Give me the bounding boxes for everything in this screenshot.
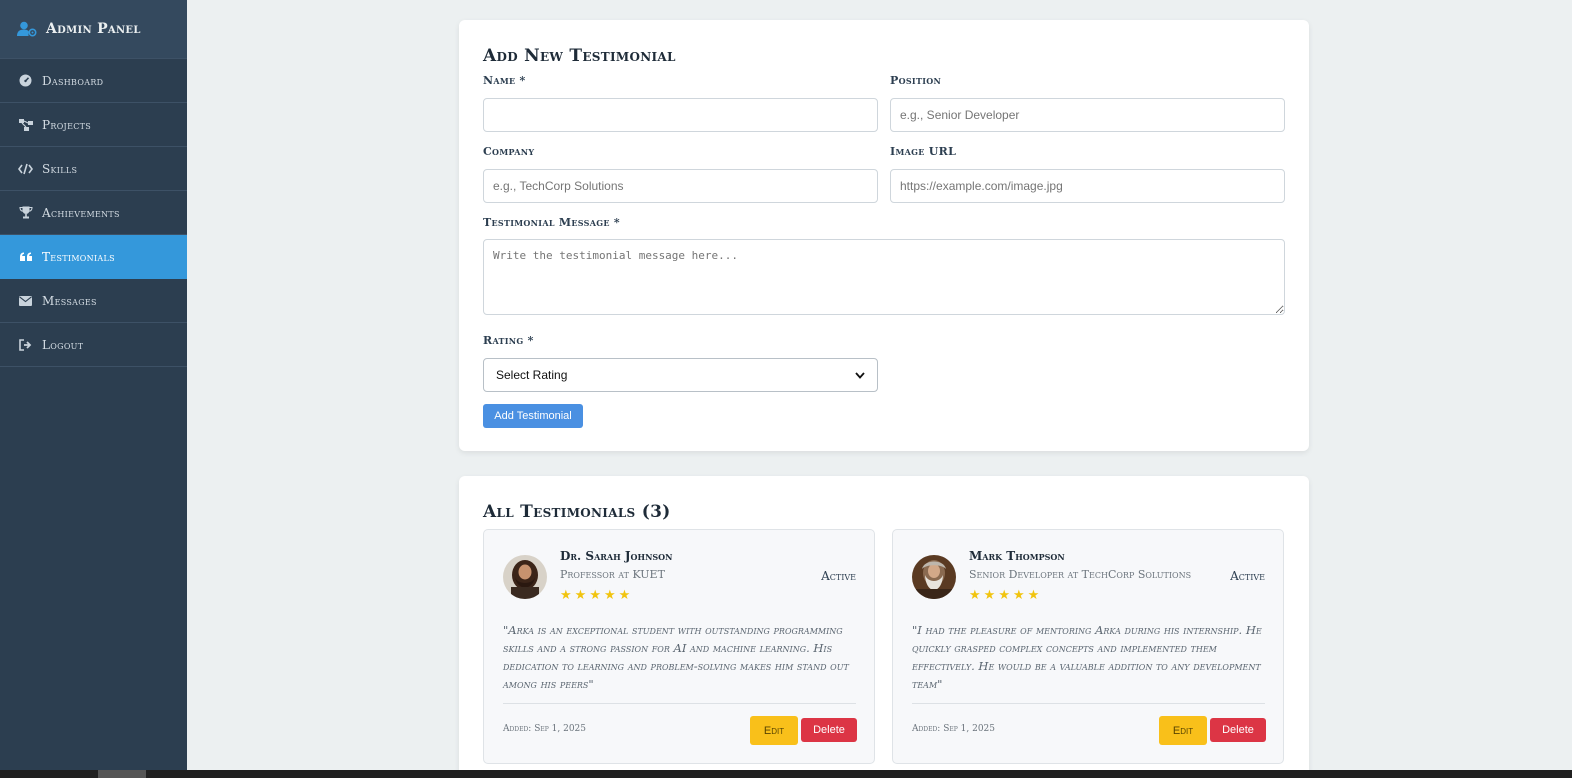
rating-stars: ★ ★ ★ ★ ★ [560,589,630,602]
sign-out-icon [18,338,33,352]
company-input[interactable] [483,169,878,203]
star-icon: ★ [589,588,601,603]
rating-label: Rating * [483,334,534,347]
testimonial-message: "I had the pleasure of mentoring Arka du… [912,623,1262,691]
star-icon: ★ [969,588,981,603]
envelope-icon [18,294,33,308]
rating-stars: ★ ★ ★ ★ ★ [969,589,1039,602]
testimonial-position: Professor at KUET [560,568,665,581]
testimonial-date: Added: Sep 1, 2025 [503,724,586,734]
sidebar-item-label: Projects [42,117,92,132]
sidebar-item-label: Logout [42,337,84,352]
sidebar-item-label: Achievements [42,205,120,220]
sidebar-item-dashboard[interactable]: Dashboard [0,59,187,103]
testimonial-name: Dr. Sarah Johnson [560,549,673,563]
edit-button[interactable]: Edit [1159,716,1207,745]
add-testimonial-button[interactable]: Add Testimonial [483,404,583,428]
quote-icon [18,250,33,264]
sidebar-item-messages[interactable]: Messages [0,279,187,323]
edit-button[interactable]: Edit [750,716,798,745]
sidebar-item-testimonials[interactable]: Testimonials [0,235,187,279]
delete-button[interactable]: Delete [1210,718,1266,742]
name-input[interactable] [483,98,878,132]
rating-select[interactable]: Select Rating [483,358,878,392]
message-textarea[interactable] [483,239,1285,315]
brand-title: Admin Panel [46,21,141,37]
testimonial-card: Mark Thompson Senior Developer at TechCo… [892,529,1284,764]
rating-select-value: Select Rating [496,368,568,382]
code-icon [18,162,33,176]
sidebar-brand: Admin Panel [0,0,187,59]
avatar [912,555,956,599]
avatar [503,555,547,599]
sidebar-item-label: Testimonials [42,249,115,264]
divider [503,703,856,704]
sidebar-item-projects[interactable]: Projects [0,103,187,147]
list-title: All Testimonials (3) [483,502,671,522]
sidebar-item-label: Skills [42,161,78,176]
status-badge: Active [1230,569,1265,583]
sidebar-item-logout[interactable]: Logout [0,323,187,367]
position-input[interactable] [890,98,1285,132]
testimonials-list-card: All Testimonials (3) Dr. Sarah Johnson P… [459,476,1309,776]
image-url-input[interactable] [890,169,1285,203]
user-gear-icon [17,21,37,37]
status-badge: Active [821,569,856,583]
star-icon: ★ [1027,588,1040,603]
sidebar-item-skills[interactable]: Skills [0,147,187,191]
sidebar-item-achievements[interactable]: Achievements [0,191,187,235]
gauge-icon [18,74,33,88]
taskbar-item[interactable] [98,770,146,778]
star-icon: ★ [983,588,996,603]
divider [912,703,1265,704]
message-label: Testimonial Message * [483,216,620,229]
testimonial-card: Dr. Sarah Johnson Professor at KUET Acti… [483,529,875,764]
star-icon: ★ [1012,588,1025,603]
star-icon: ★ [603,588,616,603]
delete-button[interactable]: Delete [801,718,857,742]
project-diagram-icon [18,118,33,132]
image-url-label: Image URL [890,145,957,158]
sidebar-item-label: Messages [42,293,97,308]
star-icon: ★ [574,588,587,603]
testimonial-name: Mark Thompson [969,549,1065,563]
star-icon: ★ [998,588,1010,603]
testimonial-position: Senior Developer at TechCorp Solutions [969,568,1192,581]
name-label: Name * [483,74,526,87]
add-testimonial-card: Add New Testimonial Name * Position Comp… [459,20,1309,451]
trophy-icon [18,206,33,220]
star-icon: ★ [560,588,572,603]
position-label: Position [890,74,942,87]
star-icon: ★ [618,588,631,603]
testimonial-date: Added: Sep 1, 2025 [912,724,995,734]
chevron-down-icon [855,368,865,382]
sidebar-item-label: Dashboard [42,73,104,88]
testimonial-message: "Arka is an exceptional student with out… [503,623,849,691]
form-title: Add New Testimonial [483,46,676,66]
sidebar: Admin Panel Dashboard Projects Skills Ac… [0,0,187,770]
taskbar [0,770,1572,778]
company-label: Company [483,145,535,158]
